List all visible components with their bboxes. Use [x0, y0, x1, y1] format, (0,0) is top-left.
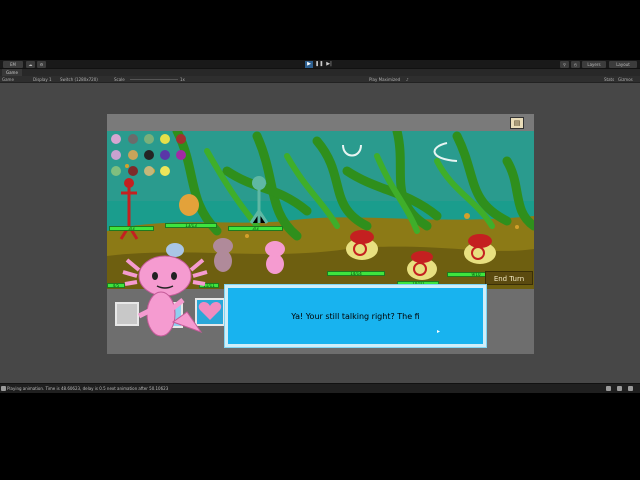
- resolution-dropdown[interactable]: Switch (1280x720): [60, 76, 98, 83]
- search-icon[interactable]: ⚲: [560, 61, 569, 68]
- enemy-hp-bar: 13/13: [165, 223, 217, 228]
- display-dropdown[interactable]: Display 1: [33, 76, 52, 83]
- info-icon: [1, 386, 6, 391]
- gizmos-dropdown[interactable]: Gizmos: [618, 76, 633, 83]
- mouse-cursor-icon: ▸: [437, 328, 441, 335]
- game-view-toolbar: Game Display 1 Switch (1280x720) Scale 1…: [0, 76, 640, 83]
- account-button[interactable]: EM: [3, 61, 23, 68]
- play-button[interactable]: ▶: [305, 61, 313, 68]
- game-screen[interactable]: ▤ 3/3 13/13 3/3 14/14 10/10 9/10 4/5 11/…: [107, 114, 534, 354]
- enemy-hp-bar: 3/3: [109, 226, 154, 231]
- progress-icon[interactable]: [628, 386, 633, 391]
- dialog-text: Ya! Your still talking right? The fi: [291, 312, 420, 321]
- history-icon[interactable]: ◴: [571, 61, 580, 68]
- scale-value: 1x: [180, 77, 185, 82]
- layers-dropdown[interactable]: Layers: [582, 61, 606, 68]
- cloud-icon[interactable]: ☁: [26, 61, 35, 68]
- game-viewport: ▤ 3/3 13/13 3/3 14/14 10/10 9/10 4/5 11/…: [0, 83, 640, 383]
- game-top-bar: [107, 114, 534, 131]
- layout-dropdown[interactable]: Layout: [609, 61, 637, 68]
- map-scroll-icon[interactable]: ▤: [510, 117, 524, 129]
- scale-label: Scale: [114, 77, 125, 82]
- mute-audio-icon[interactable]: ♪: [406, 76, 409, 83]
- status-message: Playing animation. Time is 48.60623, del…: [7, 386, 169, 391]
- bug-icon[interactable]: [606, 386, 611, 391]
- tab-game[interactable]: Game: [2, 69, 22, 76]
- play-mode-dropdown[interactable]: Play Maximized: [369, 76, 400, 83]
- editor-toolbar: EM ☁ ⚙ ▶ ❚❚ ▶| ⚲ ◴ Layers Layout: [0, 60, 640, 69]
- dialog-box[interactable]: Ya! Your still talking right? The fi ▸: [224, 284, 487, 348]
- collab-icon[interactable]: ⚙: [37, 61, 46, 68]
- enemy-hp-bar: 3/3: [228, 226, 283, 231]
- view-dropdown[interactable]: Game: [2, 76, 14, 83]
- tab-bar: Game: [0, 69, 640, 76]
- axolotl-character: [122, 255, 208, 337]
- step-button[interactable]: ▶|: [325, 61, 333, 68]
- unity-editor: EM ☁ ⚙ ▶ ❚❚ ▶| ⚲ ◴ Layers Layout Game Ga…: [0, 60, 640, 393]
- pause-button[interactable]: ❚❚: [315, 61, 323, 68]
- end-turn-button[interactable]: End Turn: [485, 271, 533, 285]
- cache-icon[interactable]: [617, 386, 622, 391]
- stats-toggle[interactable]: Stats: [604, 76, 614, 83]
- enemy-hp-bar: 14/14: [327, 271, 385, 276]
- scale-slider[interactable]: [130, 79, 178, 80]
- status-bar: Playing animation. Time is 48.60623, del…: [0, 383, 640, 393]
